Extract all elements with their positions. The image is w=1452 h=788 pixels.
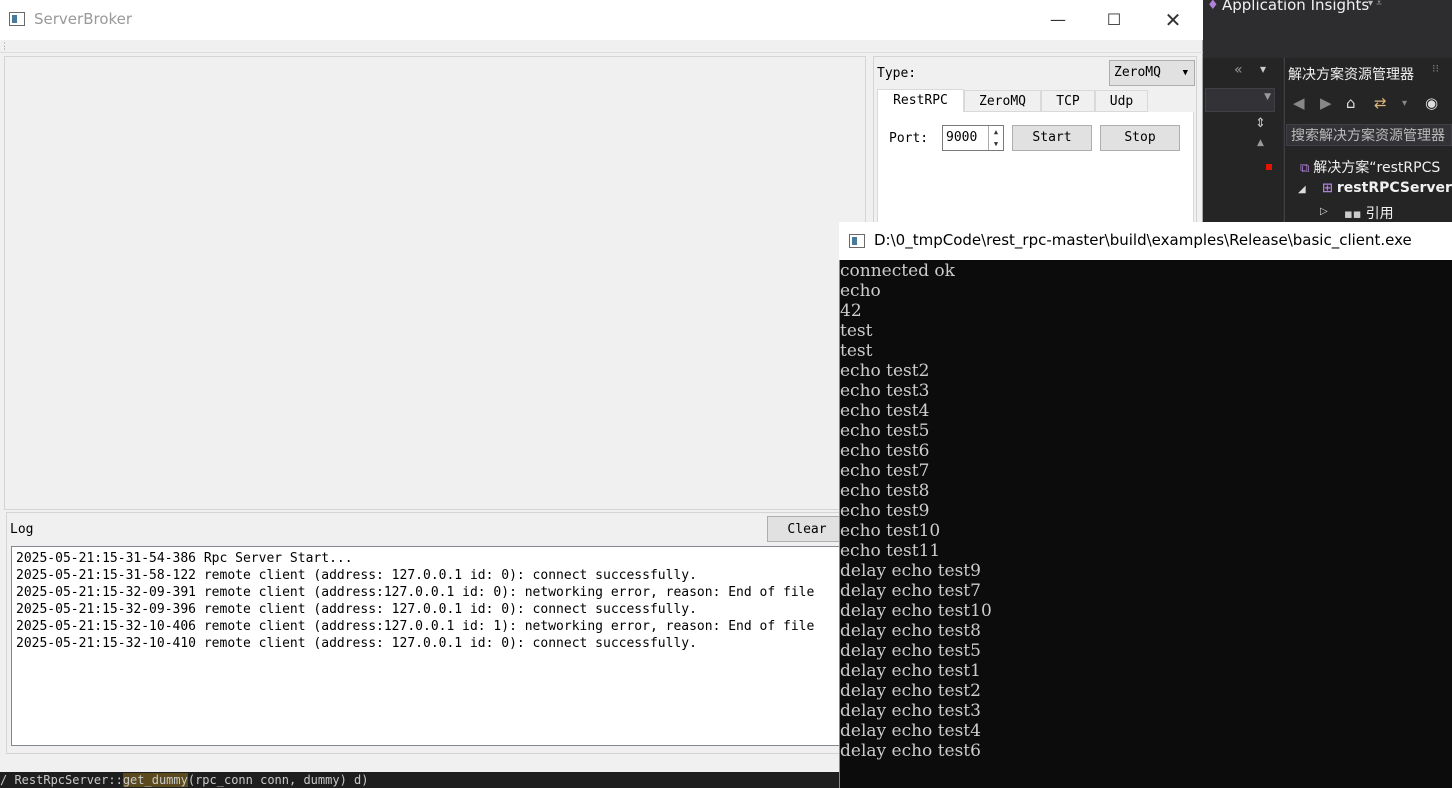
console-line: test	[840, 321, 873, 341]
console-line: delay echo test9	[840, 561, 981, 581]
switch-views-icon[interactable]: ⇄	[1374, 94, 1387, 112]
console-line: echo test2	[840, 361, 930, 381]
log-line: 2025-05-21:15-32-09-396 remote client (a…	[16, 602, 697, 617]
log-line: 2025-05-21:15-31-58-122 remote client (a…	[16, 568, 697, 583]
code-text: / RestRpcServer::	[0, 773, 123, 787]
split-editor-icon[interactable]: ⇕	[1255, 116, 1269, 132]
port-value: 9000	[946, 130, 978, 145]
console-line: delay echo test3	[840, 701, 981, 721]
console-line: delay echo test7	[840, 581, 981, 601]
code-text: (rpc_conn conn, dummy) d)	[187, 773, 369, 787]
tree-item-references[interactable]: ▪▪ 引用	[1344, 203, 1394, 223]
console-line: delay echo test2	[840, 681, 981, 701]
console-window-icon	[849, 234, 865, 248]
solution-icon: ⧉	[1300, 161, 1310, 176]
console-line: connected ok	[840, 261, 955, 281]
port-spinbox[interactable]: 9000 ▲ ▼	[942, 125, 1004, 151]
spin-buttons[interactable]: ▲ ▼	[988, 126, 1003, 150]
window-title: ServerBroker	[34, 10, 133, 28]
tree-item-label: 解决方案“restRPCS	[1313, 160, 1441, 176]
editor-member-dropdown[interactable]: ▼	[1205, 88, 1275, 112]
console-line: delay echo test8	[840, 621, 981, 641]
type-label: Type:	[877, 66, 917, 81]
clear-button[interactable]: Clear	[767, 516, 847, 542]
console-title: D:\0_tmpCode\rest_rpc-master\build\examp…	[874, 231, 1412, 249]
tab-udp[interactable]: Udp	[1095, 90, 1148, 112]
globe-icon[interactable]: ◉	[1425, 94, 1438, 112]
scroll-up-icon[interactable]: ▲	[1257, 138, 1264, 148]
forward-icon[interactable]: ▶	[1320, 94, 1332, 112]
application-insights-dropdown-icon[interactable]: ▾ ⩡	[1368, 0, 1382, 9]
toolbar-divider	[0, 52, 1203, 53]
port-label: Port:	[889, 131, 929, 146]
start-button[interactable]: Start	[1012, 125, 1092, 151]
chevron-down-icon: ▼	[1264, 92, 1271, 102]
console-line: echo test9	[840, 501, 930, 521]
tree-item-project[interactable]: ⊞ restRPCServer	[1322, 180, 1452, 196]
console-line: delay echo test1	[840, 661, 981, 681]
type-select-value: ZeroMQ	[1114, 65, 1161, 80]
solution-search-input[interactable]: 搜索解决方案资源管理器	[1286, 124, 1452, 146]
maximize-button[interactable]: ☐	[1091, 6, 1137, 34]
log-textarea[interactable]: 2025-05-21:15-31-54-386 Rpc Server Start…	[11, 546, 861, 746]
console-line: delay echo test5	[840, 641, 981, 661]
serverbroker-titlebar[interactable]	[0, 0, 1203, 40]
tree-item-label: restRPCServer	[1336, 180, 1452, 196]
expand-icon[interactable]: ▷	[1320, 206, 1328, 217]
editor-strip	[1203, 58, 1283, 248]
log-line: 2025-05-21:15-32-10-406 remote client (a…	[16, 619, 815, 634]
application-insights-label[interactable]: Application Insights	[1222, 0, 1369, 14]
home-icon[interactable]: ⌂	[1346, 94, 1356, 112]
spin-up-icon[interactable]: ▲	[989, 126, 1003, 138]
console-line: echo test11	[840, 541, 941, 561]
console-output[interactable]: connected ok echo 42 test test echo test…	[840, 261, 1452, 788]
switch-views-dropdown-icon[interactable]: ▾	[1402, 98, 1407, 109]
console-line: delay echo test6	[840, 741, 981, 761]
console-line: echo test7	[840, 461, 930, 481]
console-line: echo test10	[840, 521, 941, 541]
console-line: echo test3	[840, 381, 930, 401]
console-line: echo	[840, 281, 881, 301]
console-line: echo test6	[840, 441, 930, 461]
type-select[interactable]: ZeroMQ ▼	[1109, 60, 1195, 86]
console-line: echo test4	[840, 401, 930, 421]
console-line: echo test5	[840, 421, 930, 441]
pin-icon[interactable]: ⁝⁝	[1432, 62, 1439, 75]
console-line: delay echo test4	[840, 721, 981, 741]
application-insights-icon: ♦	[1207, 0, 1219, 13]
console-line: delay echo test10	[840, 601, 992, 621]
log-line: 2025-05-21:15-31-54-386 Rpc Server Start…	[16, 551, 353, 566]
console-line: echo test8	[840, 481, 930, 501]
tab-restrpc[interactable]: RestRPC	[877, 89, 964, 113]
tree-item-solution[interactable]: ⧉ 解决方案“restRPCS	[1300, 157, 1440, 177]
minimize-button[interactable]: —	[1035, 6, 1081, 34]
project-icon: ⊞	[1322, 181, 1333, 196]
overflow-menu-icon[interactable]: ▾	[1260, 62, 1266, 76]
collapse-icon[interactable]: ◢	[1298, 184, 1306, 195]
tab-tcp[interactable]: TCP	[1041, 90, 1095, 112]
tab-zeromq[interactable]: ZeroMQ	[964, 90, 1041, 112]
console-line: 42	[840, 301, 862, 321]
log-line: 2025-05-21:15-32-09-391 remote client (a…	[16, 585, 815, 600]
editor-code-line: / RestRpcServer::get_dummy(rpc_conn conn…	[0, 772, 840, 788]
tree-item-label: 引用	[1365, 206, 1394, 222]
stop-button[interactable]: Stop	[1100, 125, 1180, 151]
double-chevron-left-icon[interactable]: «	[1234, 62, 1243, 78]
console-line: test	[840, 341, 873, 361]
error-marker	[1266, 164, 1272, 170]
back-icon[interactable]: ◀	[1293, 94, 1305, 112]
code-highlight: get_dummy	[122, 773, 188, 787]
close-button[interactable]: ✕	[1150, 6, 1196, 34]
chevron-down-icon: ▼	[1182, 68, 1188, 78]
spin-down-icon[interactable]: ▼	[989, 138, 1003, 150]
main-content-area	[4, 56, 866, 510]
log-label: Log	[10, 522, 34, 537]
references-icon: ▪▪	[1344, 207, 1362, 222]
log-line: 2025-05-21:15-32-10-410 remote client (a…	[16, 636, 697, 651]
solution-explorer-title: 解决方案资源管理器	[1288, 67, 1414, 83]
app-window-icon	[9, 12, 25, 26]
